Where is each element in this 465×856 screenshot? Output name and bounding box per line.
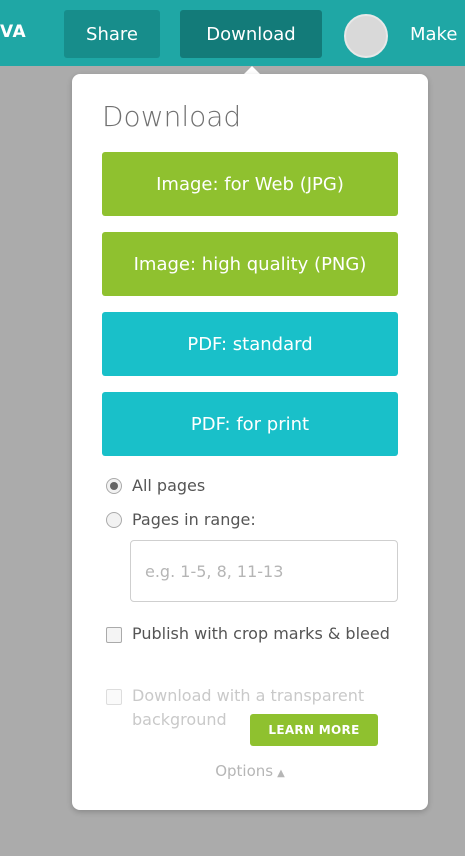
all-pages-radio[interactable] <box>106 477 122 494</box>
chevron-up-icon: ▲ <box>277 768 285 779</box>
download-jpg-button[interactable]: Image: for Web (JPG) <box>102 152 398 216</box>
all-pages-option[interactable]: All pages <box>106 476 205 495</box>
download-button[interactable]: Download <box>180 10 322 58</box>
download-png-button[interactable]: Image: high quality (PNG) <box>102 232 398 296</box>
crop-marks-checkbox[interactable] <box>106 627 122 643</box>
brand-logo: VA <box>0 22 27 42</box>
all-pages-label: All pages <box>132 476 206 495</box>
crop-marks-option[interactable]: Publish with crop marks & bleed <box>106 622 402 646</box>
learn-more-button[interactable]: LEARN MORE <box>250 714 378 746</box>
download-panel: Download Image: for Web (JPG) Image: hig… <box>72 74 428 810</box>
pages-in-range-radio[interactable] <box>106 511 122 528</box>
panel-title: Download <box>102 100 242 133</box>
options-toggle[interactable]: Options ▲ <box>72 762 428 780</box>
make-button[interactable]: Make <box>410 10 465 58</box>
crop-marks-label: Publish with crop marks & bleed <box>132 624 390 643</box>
download-pdf-standard-button[interactable]: PDF: standard <box>102 312 398 376</box>
download-pdf-print-button[interactable]: PDF: for print <box>102 392 398 456</box>
page-range-input[interactable] <box>130 540 398 602</box>
share-button[interactable]: Share <box>64 10 160 58</box>
transparent-background-checkbox <box>106 689 122 705</box>
avatar[interactable] <box>344 14 388 58</box>
top-toolbar: VA Share Download Make <box>0 0 465 66</box>
options-label: Options <box>215 762 274 780</box>
pages-in-range-label: Pages in range: <box>132 510 256 529</box>
pages-in-range-option[interactable]: Pages in range: <box>106 510 256 529</box>
